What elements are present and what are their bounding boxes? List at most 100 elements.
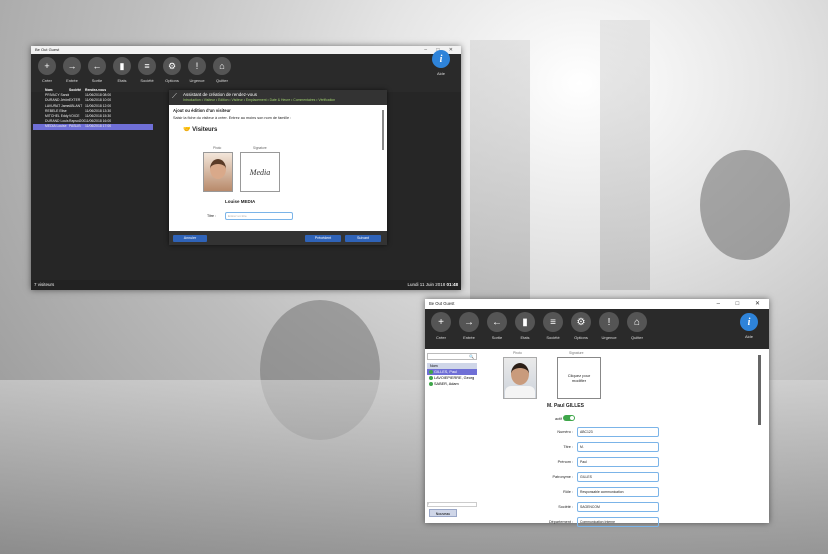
person-window: Be Out Guest – □ ✕ + Créer → Entrée ← Sortie ▮…	[425, 299, 769, 527]
walk-in-icon: →	[63, 57, 81, 75]
list-item-label: GILLES, Paul	[434, 370, 458, 374]
field-input[interactable]: Paul	[577, 457, 659, 467]
next-button[interactable]: Suivant	[345, 235, 381, 242]
photo-caption: Photo	[213, 146, 222, 150]
previous-button[interactable]: Précédent	[305, 235, 341, 242]
field-input[interactable]: SAGENCOM	[577, 502, 659, 512]
info-icon: i	[740, 313, 758, 331]
wizard-scrollbar[interactable]	[382, 110, 384, 150]
active-toggle[interactable]	[563, 415, 575, 421]
toolbar-button-creer[interactable]: + Créer	[429, 312, 453, 340]
toolbar-button-etats[interactable]: ▮ Etats	[110, 57, 134, 83]
cancel-button[interactable]: Annuler	[173, 235, 207, 242]
walk-out-icon: ←	[88, 57, 106, 75]
appointment-wizard: ⟋ Assistant de création de rendez-vous I…	[169, 90, 387, 245]
help-button[interactable]: i Aide	[737, 313, 761, 339]
instruction-text: Saisir la fiche du visiteur à créer. Ent…	[173, 116, 292, 120]
horizontal-scrollbar[interactable]: ‹	[427, 502, 477, 507]
toolbar-label: Entrée	[66, 78, 78, 83]
toolbar-button-sortie[interactable]: ← Sortie	[485, 312, 509, 340]
wizard-header: ⟋ Assistant de création de rendez-vous I…	[169, 90, 387, 105]
toolbar-label: Options	[574, 335, 588, 340]
toolbar-button-societe[interactable]: ≡ Société	[135, 57, 159, 83]
window-controls[interactable]: – □ ✕	[717, 299, 767, 309]
wizard-footer: Annuler Précédent Suivant	[169, 231, 387, 245]
photo-caption: Photo	[513, 351, 522, 355]
toolbar-button-entree[interactable]: → Entrée	[457, 312, 481, 340]
field-input[interactable]: M.	[577, 442, 659, 452]
person-add-icon: +	[431, 312, 451, 332]
field-input[interactable]: ABC123	[577, 427, 659, 437]
person-details: Photo Signature Cliquez pour modifier M.…	[481, 351, 765, 527]
table-cell: 11/06/2018 17:00	[85, 124, 112, 129]
gears-icon: ⚙	[571, 312, 591, 332]
person-photo[interactable]	[503, 357, 537, 399]
visitor-signature[interactable]: Media	[240, 152, 280, 192]
details-scrollbar[interactable]	[758, 355, 761, 425]
field-label: Patronyme :	[552, 475, 573, 479]
toolbar-label: Etats	[117, 78, 127, 83]
form-field: Département : Communication Interne	[481, 517, 765, 529]
window-title: Be Out Guest	[429, 301, 455, 306]
toolbar-button-societe[interactable]: ≡ Société	[541, 312, 565, 340]
walk-in-icon: →	[459, 312, 479, 332]
person-name: M. Paul GILLES	[547, 403, 584, 409]
toolbar-button-entree[interactable]: → Entrée	[60, 57, 84, 83]
walk-out-icon: ←	[487, 312, 507, 332]
main-window: Be Out Guest – □ ✕ + Créer → Entrée ← Sortie ▮…	[31, 46, 461, 290]
table-row[interactable]: MEDIA Louise PASLIB 11/06/2018 17:00	[33, 124, 153, 130]
main-toolbar: + Créer → Entrée ← Sortie ▮ Etats ≡ Société ⚙ Optio…	[31, 54, 461, 92]
field-label: Société :	[558, 505, 573, 509]
field-label: Département :	[548, 520, 573, 524]
active-label: actif	[555, 417, 562, 421]
status-dot-icon	[429, 382, 433, 386]
wizard-steps: Introduction • Visiteur • Edition • Visi…	[183, 98, 336, 102]
status-dot-icon	[429, 376, 433, 380]
database-icon: ≡	[543, 312, 563, 332]
window-title: Be Out Guest	[35, 47, 60, 52]
toolbar-label: Urgence	[189, 78, 205, 83]
toolbar-label: Quitter	[215, 78, 228, 83]
toolbar-label: Urgence	[601, 335, 617, 340]
signature-box[interactable]: Cliquez pour modifier	[557, 357, 601, 399]
window-titlebar: Be Out Guest – □ ✕	[425, 299, 769, 309]
window-titlebar: Be Out Guest – □ ✕	[31, 46, 461, 54]
new-button[interactable]: Nouveau	[429, 509, 457, 517]
toolbar-button-creer[interactable]: + Créer	[35, 57, 59, 83]
title-input[interactable]: Entrez un titre	[225, 212, 293, 220]
field-label: Numéro :	[557, 430, 573, 434]
form-field: Patronyme : GILLES	[481, 472, 765, 484]
siren-icon: !	[599, 312, 619, 332]
toolbar-button-quitter[interactable]: ⌂ Quitter	[210, 57, 234, 83]
visitor-count: 7 visiteurs	[34, 282, 55, 287]
form-field: Titre : M.	[481, 442, 765, 454]
toolbar-button-quitter[interactable]: ⌂ Quitter	[625, 312, 649, 340]
toolbar-button-urgence[interactable]: ! Urgence	[185, 57, 209, 83]
visitor-photo[interactable]	[203, 152, 233, 192]
help-button[interactable]: i Aide	[429, 50, 453, 76]
help-label: Aide	[436, 71, 445, 76]
people-list: GILLES, Paul LAVOIEPIERRE, Georg SABER, Ad…	[427, 369, 477, 387]
field-label: Prénom :	[557, 460, 573, 464]
info-icon: i	[432, 50, 450, 68]
toolbar-button-sortie[interactable]: ← Sortie	[85, 57, 109, 83]
section-title: Ajout ou édition d'un visiteur	[173, 108, 231, 113]
list-item[interactable]: SABER, Adam	[427, 381, 477, 387]
status-datetime: Lundi 11 Juin 2018 01:48	[407, 282, 458, 287]
field-input[interactable]: Responsable communication	[577, 487, 659, 497]
toolbar-button-options[interactable]: ⚙ Options	[569, 312, 593, 340]
toolbar-label: Sortie	[491, 335, 503, 340]
toolbar-label: Créer	[41, 78, 52, 83]
table-cell: MEDIA Louise	[45, 124, 67, 129]
toolbar-label: Société	[140, 78, 154, 83]
chart-icon: ▮	[515, 312, 535, 332]
toolbar-button-urgence[interactable]: ! Urgence	[597, 312, 621, 340]
title-label: Titre :	[207, 214, 217, 218]
toolbar-button-etats[interactable]: ▮ Etats	[513, 312, 537, 340]
field-input[interactable]: Communication Interne	[577, 517, 659, 527]
form-field: Numéro : ABC123	[481, 427, 765, 439]
form-field: Rôle : Responsable communication	[481, 487, 765, 499]
field-input[interactable]: GILLES	[577, 472, 659, 482]
search-input[interactable]: 🔍	[427, 353, 477, 360]
toolbar-button-options[interactable]: ⚙ Options	[160, 57, 184, 83]
